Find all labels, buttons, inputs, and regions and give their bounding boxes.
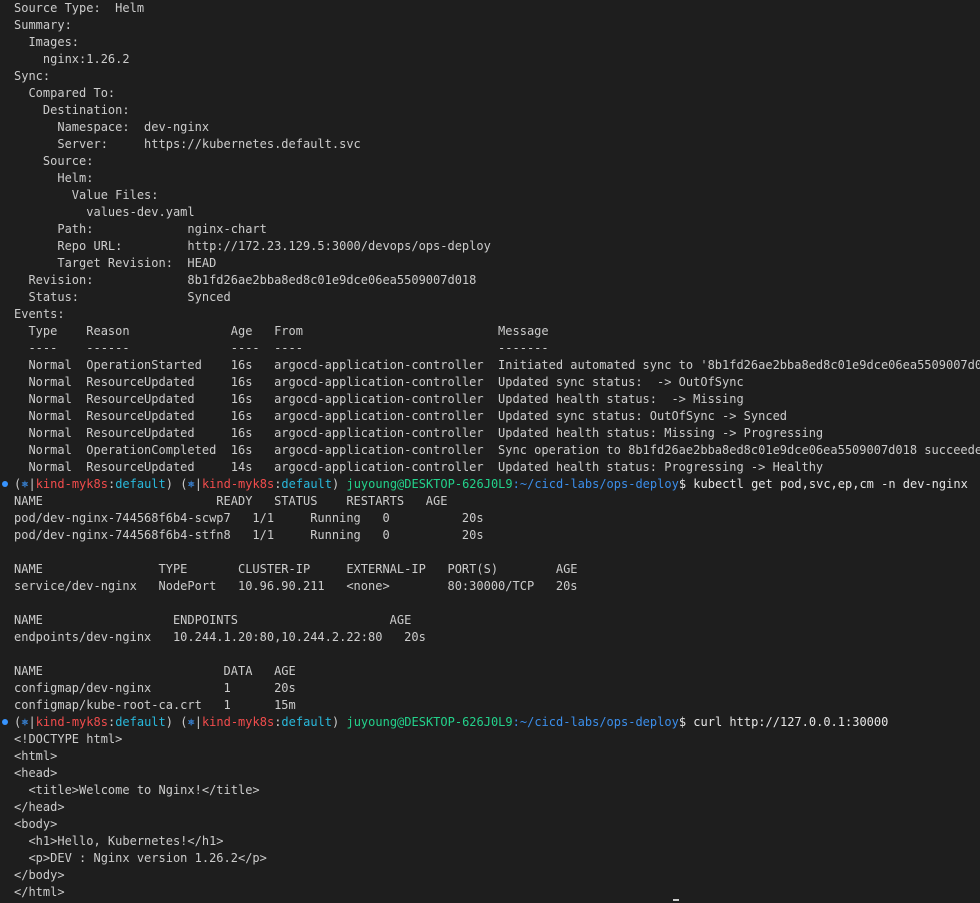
- event-row: Normal ResourceUpdated 14s argocd-applic…: [14, 460, 824, 474]
- terminal-line: <p>DEV : Nginx version 1.26.2</p>: [14, 851, 267, 865]
- terminal-line: </body>: [14, 868, 65, 882]
- event-row: Normal ResourceUpdated 16s argocd-applic…: [14, 375, 744, 389]
- terminal-line: <body>: [14, 817, 58, 831]
- prompt-sep: |: [194, 477, 202, 491]
- prompt-cluster: kind-myk8s: [201, 715, 275, 729]
- terminal-line: <!DOCTYPE html>: [14, 732, 123, 746]
- terminal-line: Namespace: dev-nginx: [14, 120, 210, 134]
- events-header: Type Reason Age From Message: [14, 324, 549, 338]
- prompt-namespace: default: [115, 477, 166, 491]
- prompt-sep: |: [28, 715, 36, 729]
- terminal-line: Compared To:: [14, 86, 116, 100]
- terminal-line: Revision: 8b1fd26ae2bba8ed8c01e9dce06ea5…: [14, 273, 477, 287]
- terminal-line: Source Type: Helm: [14, 1, 145, 15]
- prompt-cluster: kind-myk8s: [35, 715, 108, 729]
- terminal-line: </html>: [14, 885, 65, 899]
- terminal-line: NAME ENDPOINTS AGE: [14, 613, 412, 627]
- terminal-cursor: [673, 899, 679, 901]
- command-text: kubectl get pod,svc,ep,cm -n dev-nginx: [686, 477, 968, 491]
- terminal-line: NAME READY STATUS RESTARTS AGE: [14, 494, 448, 508]
- terminal-line: values-dev.yaml: [14, 205, 195, 219]
- prompt-user-host: juyoung@DESKTOP-626J0L9: [346, 477, 513, 491]
- terminal-panel[interactable]: Source Type: Helm Summary: Images: nginx…: [0, 0, 980, 903]
- event-row: Normal ResourceUpdated 16s argocd-applic…: [14, 426, 824, 440]
- kubernetes-helm-icon: ⎈: [187, 715, 195, 729]
- terminal-line: pod/dev-nginx-744568f6b4-scwp7 1/1 Runni…: [14, 511, 484, 525]
- kubernetes-helm-icon: ⎈: [187, 477, 195, 491]
- prompt-close: ): [165, 477, 173, 491]
- prompt-line: (⎈|kind-myk8s:default) (⎈|kind-myk8s:def…: [14, 714, 980, 731]
- prompt-close: ): [332, 715, 340, 729]
- prompt-close: ): [332, 477, 340, 491]
- terminal-line: Path: nginx-chart: [14, 222, 267, 236]
- terminal-line: Source:: [14, 154, 94, 168]
- terminal-line: service/dev-nginx NodePort 10.96.90.211 …: [14, 579, 578, 593]
- prompt-sep: |: [194, 715, 202, 729]
- terminal-line: Destination:: [14, 103, 130, 117]
- prompt-namespace: default: [281, 715, 332, 729]
- terminal-line: pod/dev-nginx-744568f6b4-stfn8 1/1 Runni…: [14, 528, 484, 542]
- terminal-line: <head>: [14, 766, 58, 780]
- event-row: Normal OperationStarted 16s argocd-appli…: [14, 358, 980, 372]
- command-status-dot-icon: [2, 719, 8, 725]
- terminal-line: </head>: [14, 800, 65, 814]
- events-divider: ---- ------ ---- ---- -------: [14, 341, 549, 355]
- prompt-user-host: juyoung@DESKTOP-626J0L9: [346, 715, 513, 729]
- prompt-cluster: kind-myk8s: [35, 477, 108, 491]
- event-row: Normal OperationCompleted 16s argocd-app…: [14, 443, 980, 457]
- terminal-line: <title>Welcome to Nginx!</title>: [14, 783, 260, 797]
- terminal-line: endpoints/dev-nginx 10.244.1.20:80,10.24…: [14, 630, 426, 644]
- prompt-line: (⎈|kind-myk8s:default) (⎈|kind-myk8s:def…: [14, 476, 980, 493]
- events-title: Events:: [14, 307, 65, 321]
- prompt-path: :~/cicd-labs/ops-deploy: [512, 715, 679, 729]
- prompt-path: :~/cicd-labs/ops-deploy: [512, 477, 679, 491]
- prompt-namespace: default: [281, 477, 332, 491]
- terminal-line: Repo URL: http://172.23.129.5:3000/devop…: [14, 239, 491, 253]
- terminal-line: NAME TYPE CLUSTER-IP EXTERNAL-IP PORT(S)…: [14, 562, 578, 576]
- terminal-line: Value Files:: [14, 188, 159, 202]
- terminal-line: configmap/dev-nginx 1 20s: [14, 681, 296, 695]
- terminal-line: Target Revision: HEAD: [14, 256, 217, 270]
- prompt-close: ): [165, 715, 173, 729]
- terminal-line: <h1>Hello, Kubernetes!</h1>: [14, 834, 224, 848]
- terminal-line: <html>: [14, 749, 58, 763]
- terminal-output: Source Type: Helm Summary: Images: nginx…: [14, 0, 980, 901]
- terminal-line: configmap/kube-root-ca.crt 1 15m: [14, 698, 296, 712]
- command-text: curl http://127.0.0.1:30000: [686, 715, 889, 729]
- terminal-line: Helm:: [14, 171, 94, 185]
- prompt-cluster: kind-myk8s: [201, 477, 275, 491]
- event-row: Normal ResourceUpdated 16s argocd-applic…: [14, 392, 744, 406]
- prompt-sep: |: [28, 477, 36, 491]
- terminal-line: Server: https://kubernetes.default.svc: [14, 137, 361, 151]
- terminal-line: NAME DATA AGE: [14, 664, 296, 678]
- terminal-line: Status: Synced: [14, 290, 231, 304]
- terminal-line: Sync:: [14, 69, 51, 83]
- terminal-line: Summary:: [14, 18, 72, 32]
- terminal-line: Images:: [14, 35, 80, 49]
- terminal-line: nginx:1.26.2: [14, 52, 130, 66]
- command-status-dot-icon: [2, 481, 8, 487]
- event-row: Normal ResourceUpdated 16s argocd-applic…: [14, 409, 788, 423]
- prompt-namespace: default: [115, 715, 166, 729]
- prompt-dollar: $: [678, 477, 687, 491]
- prompt-dollar: $: [678, 715, 687, 729]
